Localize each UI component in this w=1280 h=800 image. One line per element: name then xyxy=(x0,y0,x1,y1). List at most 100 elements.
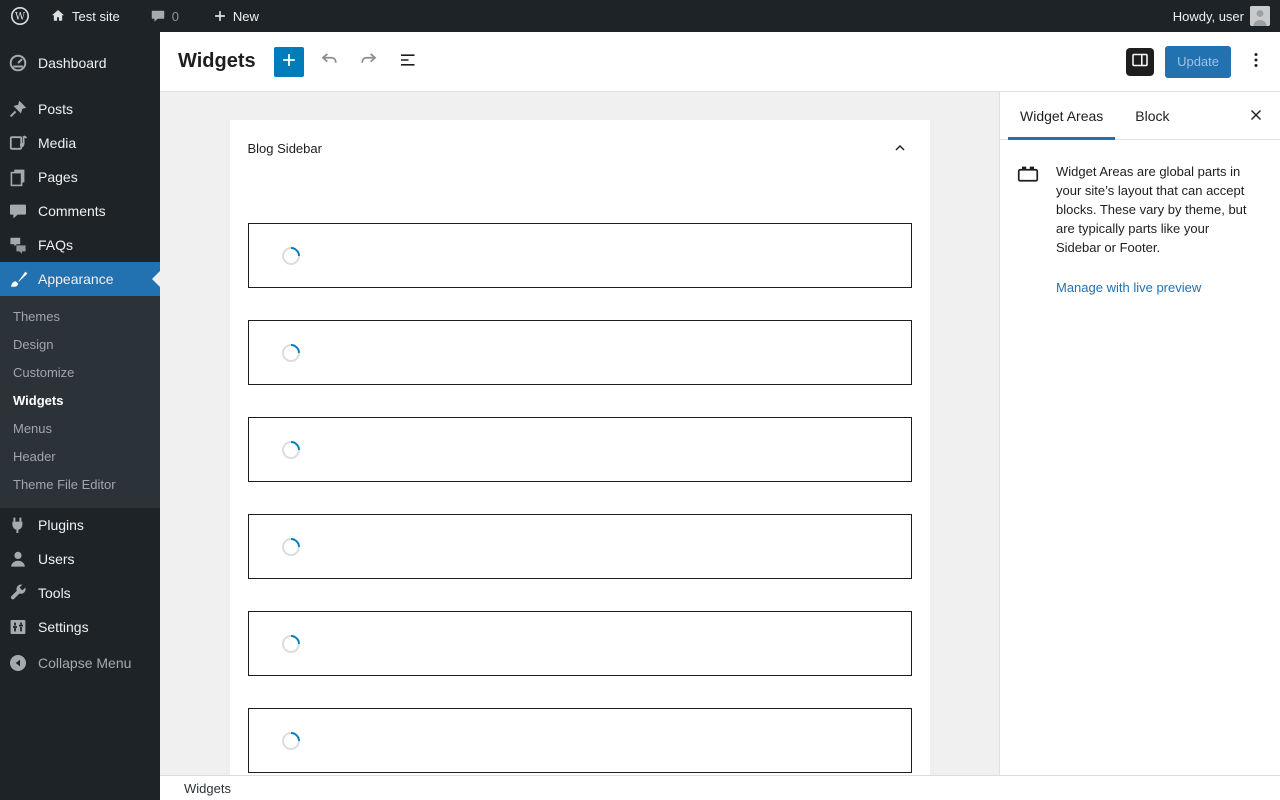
widget-area-icon xyxy=(1016,162,1040,186)
avatar xyxy=(1250,6,1270,26)
submenu-item-customize[interactable]: Customize xyxy=(0,359,160,387)
spinner-icon xyxy=(277,436,304,463)
plus-icon xyxy=(280,51,298,72)
kebab-menu-icon xyxy=(1246,50,1266,73)
sidebar-item-dashboard[interactable]: Dashboard xyxy=(0,46,160,80)
document-overview-icon xyxy=(397,48,421,75)
sidebar-item-pages[interactable]: Pages xyxy=(0,160,160,194)
sidebar-item-label: Pages xyxy=(38,169,78,185)
options-menu-button[interactable] xyxy=(1244,50,1268,74)
sidebar-item-faqs[interactable]: FAQs xyxy=(0,228,160,262)
home-icon xyxy=(50,8,66,24)
media-icon xyxy=(8,133,28,153)
undo-button[interactable] xyxy=(317,50,341,74)
sidebar-item-media[interactable]: Media xyxy=(0,126,160,160)
undo-icon xyxy=(318,49,340,74)
spinner-icon xyxy=(277,727,304,754)
admin-bar-new[interactable]: New xyxy=(203,0,269,32)
svg-text:W: W xyxy=(15,12,26,23)
plus-icon xyxy=(213,9,227,23)
close-settings-button[interactable] xyxy=(1244,104,1268,128)
sidebar-item-label: Posts xyxy=(38,101,74,117)
admin-sidebar-menu: Dashboard Posts Media Pages Comments FAQs Appe… xyxy=(0,32,160,800)
spinner-icon xyxy=(277,339,304,366)
widgets-editor: Widgets Update Blog Sidebar Widget Areas… xyxy=(160,32,1280,800)
sidebar-item-tools[interactable]: Tools xyxy=(0,576,160,610)
sidebar-item-label: Appearance xyxy=(38,271,114,287)
sidebar-item-label: Settings xyxy=(38,619,89,635)
sidebar-item-label: Tools xyxy=(38,585,71,601)
submenu-item-themes[interactable]: Themes xyxy=(0,303,160,331)
spinner-icon xyxy=(277,630,304,657)
loading-block[interactable] xyxy=(247,417,912,482)
wordpress-logo[interactable]: W xyxy=(0,0,40,32)
sidebar-item-settings[interactable]: Settings xyxy=(0,610,160,644)
plug-icon xyxy=(8,515,28,535)
pushpin-icon xyxy=(8,99,28,119)
settings-tabs: Widget Areas Block xyxy=(1000,92,1280,140)
widget-areas-panel: Widget Areas are global parts in your si… xyxy=(1000,140,1280,297)
sidebar-item-label: Users xyxy=(38,551,75,567)
widget-blocks-list xyxy=(247,223,912,773)
close-icon xyxy=(1247,106,1265,127)
sliders-icon xyxy=(8,617,28,637)
submenu-item-design[interactable]: Design xyxy=(0,331,160,359)
howdy-text: Howdy, user xyxy=(1172,8,1244,24)
sidebar-item-label: Dashboard xyxy=(38,55,107,71)
manage-live-preview-link[interactable]: Manage with live preview xyxy=(1056,280,1201,295)
widget-area-card: Blog Sidebar xyxy=(229,120,930,775)
appearance-submenu: Themes Design Customize Widgets Menus Header T… xyxy=(0,296,160,508)
pages-icon xyxy=(8,167,28,187)
sidebar-item-posts[interactable]: Posts xyxy=(0,92,160,126)
tab-block[interactable]: Block xyxy=(1123,92,1181,140)
editor-canvas: Blog Sidebar xyxy=(160,92,999,775)
sidebar-item-comments[interactable]: Comments xyxy=(0,194,160,228)
editor-footer: Widgets xyxy=(160,775,1280,800)
spinner-icon xyxy=(277,533,304,560)
user-icon xyxy=(8,549,28,569)
sidebar-item-collapse-menu[interactable]: Collapse Menu xyxy=(0,646,160,680)
redo-button[interactable] xyxy=(357,50,381,74)
collapse-arrow-icon xyxy=(8,653,28,673)
spinner-icon xyxy=(277,242,304,269)
loading-block[interactable] xyxy=(247,611,912,676)
tab-widget-areas[interactable]: Widget Areas xyxy=(1008,92,1115,140)
widget-area-header[interactable]: Blog Sidebar xyxy=(248,136,912,160)
sidebar-item-plugins[interactable]: Plugins xyxy=(0,508,160,542)
comment-icon xyxy=(8,201,28,221)
submenu-item-menus[interactable]: Menus xyxy=(0,415,160,443)
settings-sidebar-toggle[interactable] xyxy=(1126,47,1155,76)
redo-icon xyxy=(358,49,380,74)
widget-area-title: Blog Sidebar xyxy=(247,140,322,156)
submenu-item-header[interactable]: Header xyxy=(0,443,160,471)
chevron-up-icon xyxy=(888,136,912,160)
comment-count: 0 xyxy=(171,8,179,24)
loading-block[interactable] xyxy=(247,514,912,579)
admin-bar-comments[interactable]: 0 xyxy=(140,0,189,32)
settings-sidebar: Widget Areas Block Widget Areas are glob… xyxy=(999,92,1280,775)
editor-header: Widgets Update xyxy=(160,32,1280,92)
account-menu[interactable]: Howdy, user xyxy=(1163,0,1280,32)
loading-block[interactable] xyxy=(247,223,912,288)
submenu-item-theme-file-editor[interactable]: Theme File Editor xyxy=(0,471,160,499)
breadcrumb: Widgets xyxy=(184,780,231,796)
sidebar-item-users[interactable]: Users xyxy=(0,542,160,576)
document-overview-button[interactable] xyxy=(397,50,421,74)
chat-bubbles-icon xyxy=(8,235,28,255)
sidebar-item-label: Comments xyxy=(38,203,106,219)
widget-areas-description: Widget Areas are global parts in your si… xyxy=(1056,164,1247,255)
sidebar-item-label: Plugins xyxy=(38,517,84,533)
comment-bubble-icon xyxy=(150,8,166,24)
loading-block[interactable] xyxy=(247,708,912,773)
sidebar-item-appearance[interactable]: Appearance xyxy=(0,262,160,296)
paintbrush-icon xyxy=(8,269,28,289)
block-inserter-button[interactable] xyxy=(273,46,304,77)
sidebar-item-label: FAQs xyxy=(38,237,74,253)
sidebar-item-label: Collapse Menu xyxy=(38,655,132,671)
sidebar-item-label: Media xyxy=(38,135,77,151)
submenu-item-widgets[interactable]: Widgets xyxy=(0,387,160,415)
visit-site-menu[interactable]: Test site xyxy=(40,0,130,32)
update-button[interactable]: Update xyxy=(1165,45,1231,78)
loading-block[interactable] xyxy=(247,320,912,385)
page-title: Widgets xyxy=(178,50,256,72)
